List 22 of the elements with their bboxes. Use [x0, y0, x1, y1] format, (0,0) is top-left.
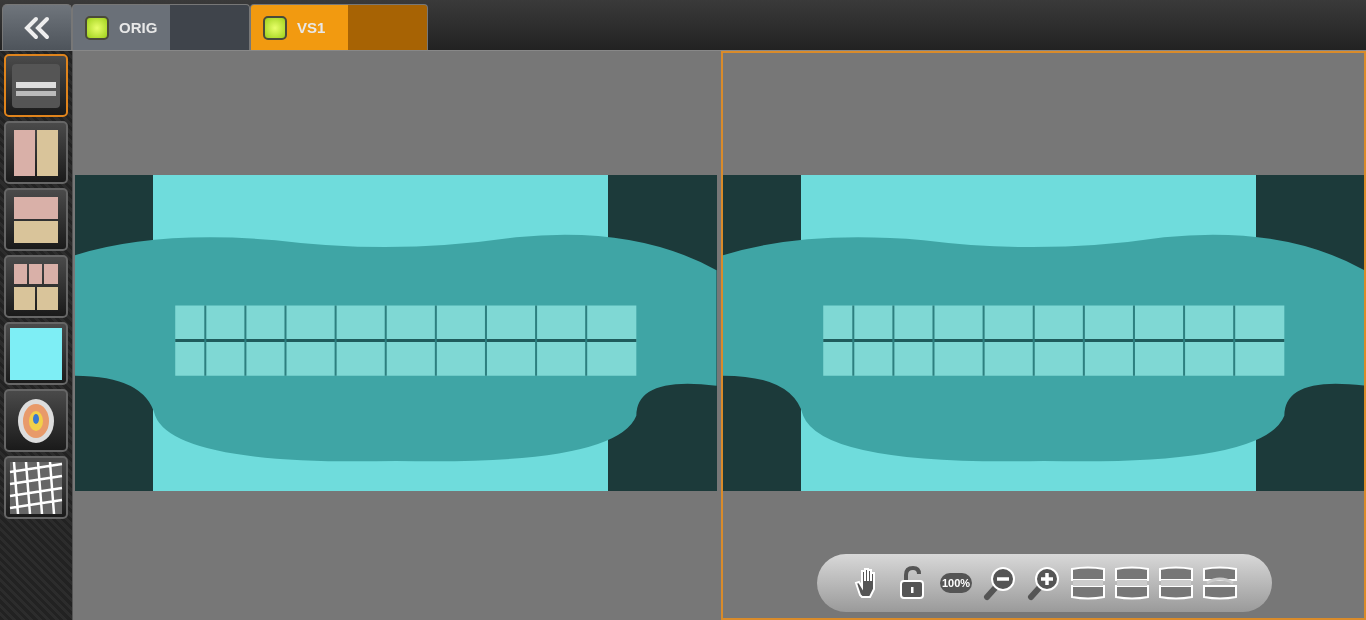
jaw-icon	[1201, 565, 1239, 601]
back-button[interactable]	[2, 4, 72, 50]
view-mode-button[interactable]	[4, 255, 68, 318]
indicator-light-icon	[263, 15, 287, 40]
view-mode-button[interactable]	[4, 456, 68, 519]
zoom-in-icon	[1026, 565, 1062, 601]
zoom-reset-button[interactable]: 100%	[935, 561, 977, 605]
tab[interactable]: ORIG	[72, 4, 250, 50]
jaw-icon	[1157, 565, 1195, 601]
double-chevron-icon	[22, 15, 52, 40]
indicator-light-icon	[85, 15, 109, 40]
zoom-out-icon	[982, 565, 1018, 601]
mesh-grid-icon	[8, 459, 64, 516]
jaw-icon	[1113, 565, 1151, 601]
jaw-icon	[1069, 565, 1107, 601]
view-mode-button[interactable]	[4, 121, 68, 184]
view-mode-button[interactable]	[4, 188, 68, 251]
view-mode-button[interactable]	[4, 389, 68, 452]
viewport[interactable]: 100%	[720, 51, 1366, 620]
solid-fill-icon	[8, 325, 64, 382]
view-mode-button[interactable]	[4, 322, 68, 385]
view-mode-button[interactable]	[4, 54, 68, 117]
